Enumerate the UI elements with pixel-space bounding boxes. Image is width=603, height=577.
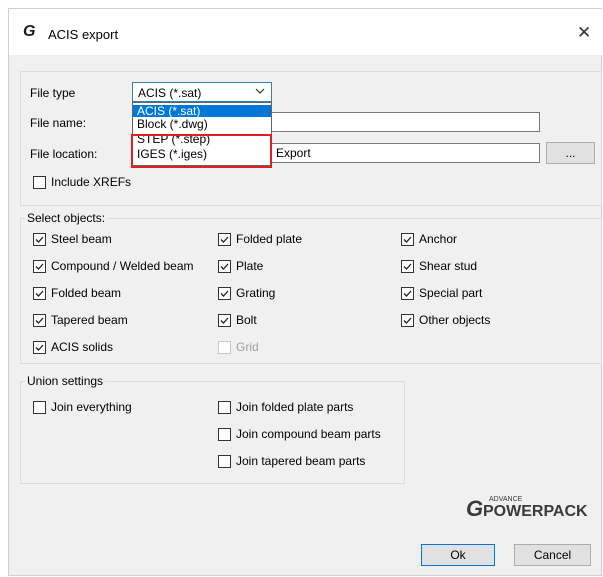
check-icon xyxy=(35,263,44,270)
browse-button[interactable]: ... xyxy=(546,142,595,164)
powerpack-logo-small-text: ADVANCE xyxy=(489,496,523,503)
label-join-everything: Join everything xyxy=(51,400,132,414)
app-logo-icon: G xyxy=(23,23,35,40)
ok-button[interactable]: Ok xyxy=(421,544,495,566)
powerpack-logo-glyph: G xyxy=(466,496,484,521)
file-type-select[interactable]: ACIS (*.sat) xyxy=(132,82,272,102)
window-title: ACIS export xyxy=(48,27,119,42)
check-icon xyxy=(403,317,412,324)
checkbox-plate[interactable] xyxy=(218,260,231,273)
label-grid: Grid xyxy=(236,340,259,354)
label-folded-plate: Folded plate xyxy=(236,232,303,246)
checkbox-acis-solids[interactable] xyxy=(33,341,46,354)
file-type-value: ACIS (*.sat) xyxy=(138,86,202,100)
label-grating: Grating xyxy=(236,286,276,300)
checkbox-anchor[interactable] xyxy=(401,233,414,246)
checkbox-tapered-beam[interactable] xyxy=(33,314,46,327)
checkbox-join-folded-plate-parts[interactable] xyxy=(218,401,231,414)
powerpack-logo-text: POWERPACK xyxy=(483,503,588,520)
include-xrefs-checkbox[interactable] xyxy=(33,176,46,189)
checkbox-join-tapered-beam-parts[interactable] xyxy=(218,455,231,468)
chevron-down-icon xyxy=(255,88,265,94)
checkbox-join-compound-beam-parts[interactable] xyxy=(218,428,231,441)
checkbox-steel-beam[interactable] xyxy=(33,233,46,246)
acis-export-dialog: G ACIS export ✕ File type ACIS (*.sat) F… xyxy=(8,8,603,576)
checkbox-grid xyxy=(218,341,231,354)
cancel-button[interactable]: Cancel xyxy=(514,544,591,566)
file-type-label: File type xyxy=(30,86,76,100)
select-objects-legend: Select objects: xyxy=(25,211,108,225)
checkbox-shear-stud[interactable] xyxy=(401,260,414,273)
check-icon xyxy=(220,263,229,270)
check-icon xyxy=(220,236,229,243)
checkbox-special-part[interactable] xyxy=(401,287,414,300)
file-name-label: File name: xyxy=(30,116,87,130)
label-plate: Plate xyxy=(236,259,264,273)
file-location-label: File location: xyxy=(30,147,98,161)
checkbox-folded-beam[interactable] xyxy=(33,287,46,300)
title-bar: G ACIS export ✕ xyxy=(9,9,603,55)
label-steel-beam: Steel beam xyxy=(51,232,112,246)
close-icon[interactable]: ✕ xyxy=(577,23,591,43)
checkbox-grating[interactable] xyxy=(218,287,231,300)
label-tapered-beam: Tapered beam xyxy=(51,313,128,327)
checkbox-join-everything[interactable] xyxy=(33,401,46,414)
checkbox-compound-welded-beam[interactable] xyxy=(33,260,46,273)
dropdown-option-block[interactable]: Block (*.dwg) xyxy=(133,118,271,130)
label-join-tapered-beam-parts: Join tapered beam parts xyxy=(236,454,366,468)
label-other-objects: Other objects xyxy=(419,313,491,327)
check-icon xyxy=(35,344,44,351)
label-join-compound-beam-parts: Join compound beam parts xyxy=(236,427,381,441)
check-icon xyxy=(220,290,229,297)
label-shear-stud: Shear stud xyxy=(419,259,478,273)
checkbox-other-objects[interactable] xyxy=(401,314,414,327)
check-icon xyxy=(403,290,412,297)
label-special-part: Special part xyxy=(419,286,483,300)
label-folded-beam: Folded beam xyxy=(51,286,122,300)
include-xrefs-label: Include XREFs xyxy=(51,175,132,189)
checkbox-folded-plate[interactable] xyxy=(218,233,231,246)
check-icon xyxy=(35,317,44,324)
label-bolt: Bolt xyxy=(236,313,257,327)
check-icon xyxy=(35,236,44,243)
checkbox-bolt[interactable] xyxy=(218,314,231,327)
label-anchor: Anchor xyxy=(419,232,458,246)
label-acis-solids: ACIS solids xyxy=(51,340,114,354)
union-settings-legend: Union settings xyxy=(25,374,106,388)
highlight-box xyxy=(131,134,272,168)
dropdown-option-acis[interactable]: ACIS (*.sat) xyxy=(133,105,271,117)
check-icon xyxy=(403,263,412,270)
check-icon xyxy=(403,236,412,243)
check-icon xyxy=(35,290,44,297)
label-join-folded-plate-parts: Join folded plate parts xyxy=(236,400,354,414)
label-compound-welded-beam: Compound / Welded beam xyxy=(51,259,194,273)
check-icon xyxy=(220,317,229,324)
